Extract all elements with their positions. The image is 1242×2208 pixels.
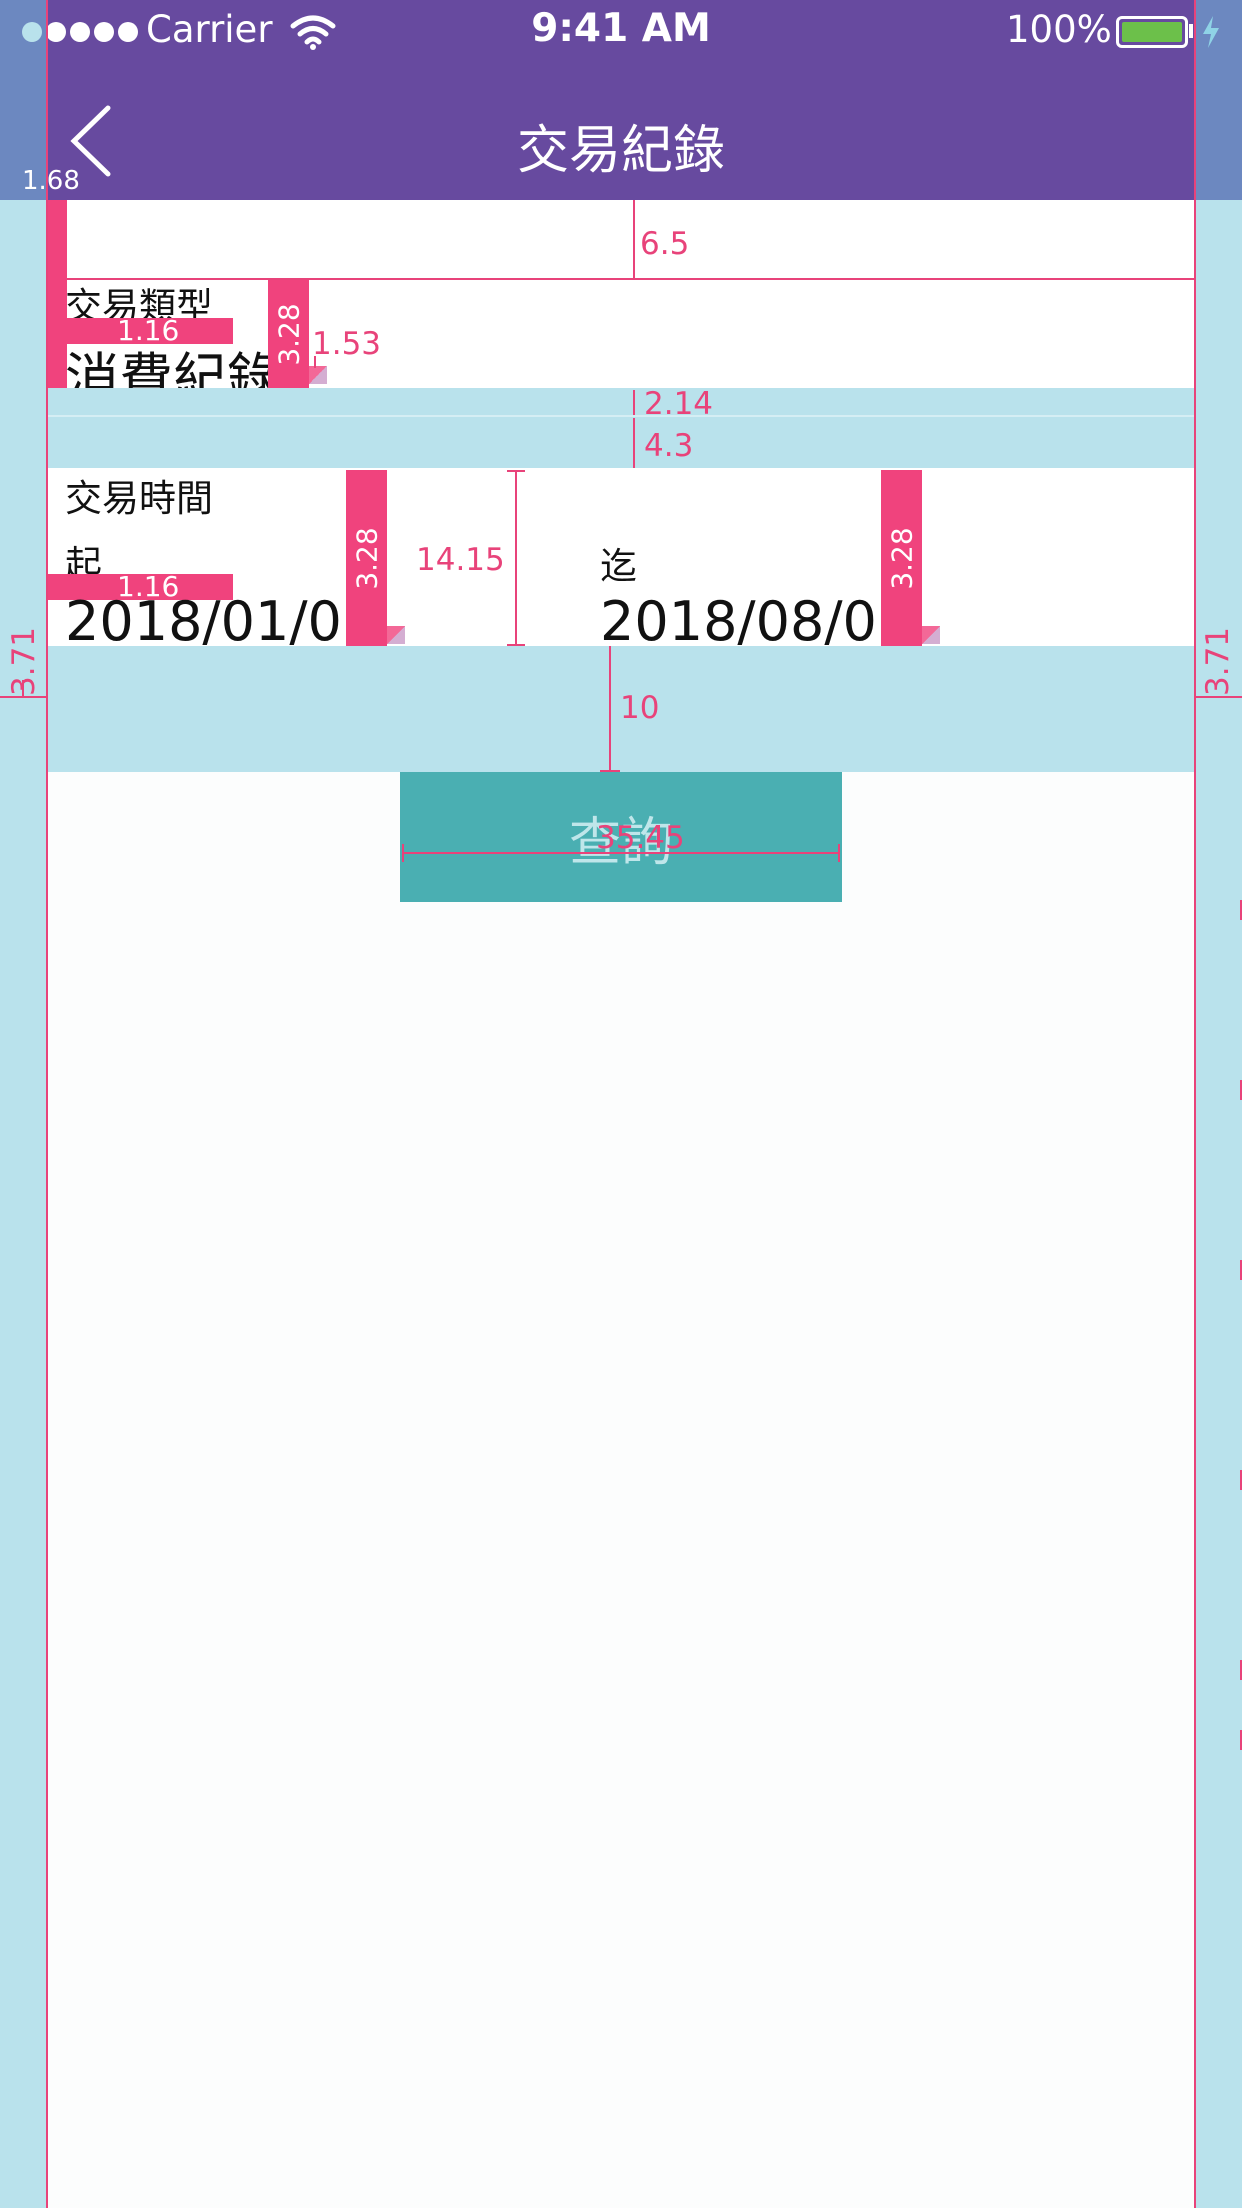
annotation-top-gap-line <box>633 200 635 278</box>
time-label: 交易時間 <box>65 477 213 520</box>
annotation-side-left-hline <box>0 696 47 698</box>
to-dropdown-icon <box>922 626 940 644</box>
annotation-gap-2-14-line <box>633 390 635 415</box>
guide-right <box>1194 0 1196 2208</box>
annotation-gap-4-3-line <box>633 418 635 468</box>
page-title: 交易紀錄 <box>516 121 725 181</box>
annotation-side-right: 3.71 <box>1200 626 1236 696</box>
annotation-side-right-hline <box>1195 696 1242 698</box>
annotation-row-height: 14.15 <box>416 542 505 578</box>
annotation-gap-1-53: 1.53 <box>312 326 382 362</box>
annotation-top-gap: 6.5 <box>640 226 690 262</box>
dropdown-corner-icon <box>309 366 327 384</box>
to-date-value[interactable]: 2018/08/01 <box>600 590 911 653</box>
from-date-value[interactable]: 2018/01/01 <box>65 590 376 653</box>
from-dropdown-icon <box>387 626 405 644</box>
guide-left <box>46 0 48 2208</box>
annotation-gap-2-14: 2.14 <box>644 386 714 422</box>
to-label: 迄 <box>600 545 637 588</box>
annotation-button-width: 35.45 <box>596 820 685 856</box>
annotation-gap-4-3: 4.3 <box>644 428 694 464</box>
battery-percent: 100% <box>1006 8 1112 51</box>
battery-tip <box>1189 24 1193 38</box>
annotation-back-offset: 1.68 <box>22 166 80 196</box>
annotation-gap-10-line <box>609 646 611 772</box>
lightning-icon <box>1203 16 1219 48</box>
annotation-col-width-3: 3.28 <box>881 470 922 646</box>
battery-icon <box>1116 16 1188 48</box>
annotation-row-height-cap <box>507 470 525 472</box>
annotation-left-margin <box>47 200 67 388</box>
left-gutter <box>0 200 47 2208</box>
annotation-side-left: 3.71 <box>6 626 42 696</box>
section-gap-divider <box>47 415 1195 417</box>
annotation-col-width-2: 3.28 <box>346 470 387 646</box>
annotation-gap-10: 10 <box>620 690 660 726</box>
right-gutter <box>1195 200 1242 2208</box>
annotation-button-width-cap <box>838 844 840 862</box>
annotation-button-width-cap <box>402 844 404 862</box>
top-spacer <box>47 200 1195 278</box>
section-gap <box>47 388 1195 468</box>
annotation-col-width-1: 3.28 <box>268 280 309 388</box>
annotation-row-height-line <box>515 470 517 646</box>
